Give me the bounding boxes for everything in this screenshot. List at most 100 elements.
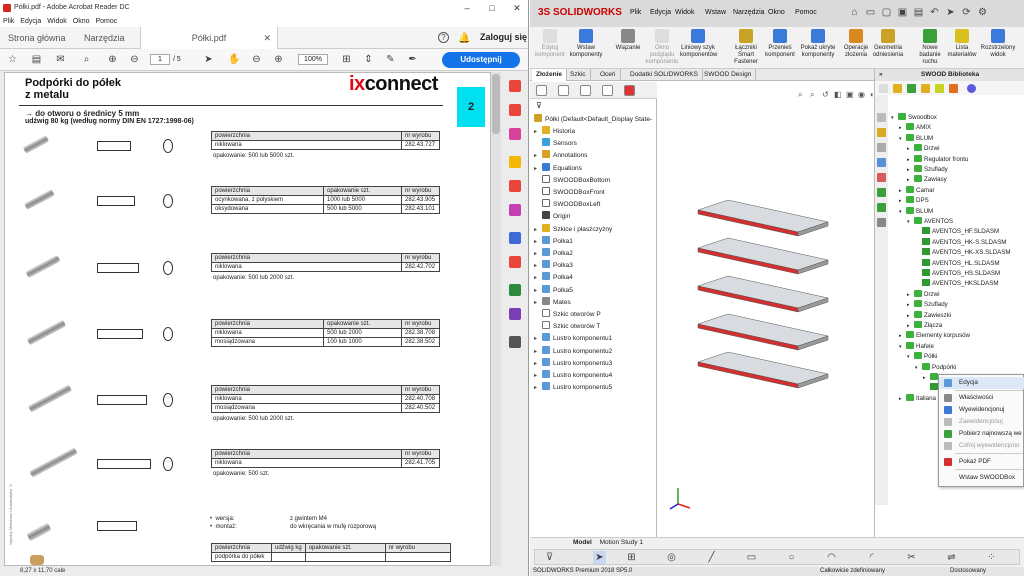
expand-icon[interactable]: ▸ <box>907 155 914 165</box>
tree-item[interactable]: SWOODBoxFront <box>534 187 605 199</box>
expand-icon[interactable]: ▸ <box>899 196 906 206</box>
library-item[interactable]: ▸ Regulator frontu <box>907 154 968 165</box>
expand-icon[interactable]: ▸ <box>907 321 914 331</box>
command-tab[interactable]: Dodatki SOLIDWORKS <box>626 69 703 81</box>
tree-item[interactable]: ▸ Polka4 <box>534 272 573 284</box>
options-icon[interactable]: ⚙ <box>976 6 989 19</box>
zoom-out-icon[interactable]: ⊖ <box>250 53 263 66</box>
sw-menu-item[interactable]: Edycja <box>650 9 671 16</box>
tab-document[interactable]: Półki.pdf ✕ <box>140 27 278 49</box>
cursor-icon[interactable]: ➤ <box>202 53 215 66</box>
circle-icon[interactable]: ○ <box>785 551 798 564</box>
arc-icon[interactable]: ◠ <box>825 551 838 564</box>
command-button[interactable]: Przenieś komponent <box>762 29 798 59</box>
menu-item[interactable]: Okno <box>73 18 90 25</box>
tab-motion-study[interactable]: Motion Study 1 <box>597 539 646 546</box>
tree-item[interactable]: ▸ Polka1 <box>534 235 573 248</box>
feature-tree-tab-icon[interactable] <box>536 85 547 96</box>
library-item[interactable]: AVENTOS_HL.SLDASM <box>915 258 1000 269</box>
context-menu-item[interactable]: Właściwości <box>939 392 1024 404</box>
library-item[interactable]: ▾ AVENTOS <box>907 217 953 227</box>
login-button[interactable]: Zaloguj się <box>480 32 527 42</box>
expand-icon[interactable]: ▸ <box>534 163 542 175</box>
command-button[interactable]: Wstaw komponenty <box>568 29 604 59</box>
expand-icon[interactable]: ▸ <box>907 144 914 154</box>
property-tab-icon[interactable] <box>558 85 569 96</box>
library-item[interactable]: ▾ Półki <box>907 352 937 362</box>
library-item[interactable]: ▾ BLUM <box>899 206 933 217</box>
shelf-part[interactable] <box>697 351 829 389</box>
scroll-thumb[interactable] <box>492 74 500 134</box>
expand-icon[interactable]: ▸ <box>534 150 542 162</box>
context-menu-item[interactable]: Pobierz najnowszą we <box>939 428 1024 440</box>
hand-icon[interactable]: ✋ <box>228 53 241 66</box>
expand-icon[interactable]: ▸ <box>907 165 914 175</box>
command-tab[interactable]: Złożenie <box>532 69 568 81</box>
library-item[interactable]: ▸ Złącza <box>907 321 942 331</box>
command-tab[interactable]: Oceń <box>596 69 621 81</box>
tree-item[interactable]: ▸ Mates <box>534 296 571 309</box>
library-item[interactable]: AVENTOS_HK-XS.SLDASM <box>915 248 1011 258</box>
expand-icon[interactable]: ▸ <box>899 186 906 196</box>
line-icon[interactable]: ╱ <box>705 551 718 564</box>
file-explorer-icon[interactable] <box>877 143 886 152</box>
sw-menu-item[interactable]: Plik <box>630 9 641 16</box>
shelf-part[interactable] <box>697 199 829 237</box>
sw-menu-item[interactable]: Pomoc <box>795 9 817 16</box>
tree-item[interactable]: ▸ Lustro komponentu3 <box>534 357 612 370</box>
tree-item[interactable]: ▸ Lustro komponentu4 <box>534 370 612 382</box>
home-icon[interactable]: ⌂ <box>848 6 861 19</box>
library-item[interactable]: ▸ Szuflady <box>907 300 948 310</box>
library-item[interactable]: ▸ Drzwi <box>907 144 939 154</box>
palette-icon[interactable] <box>967 84 976 93</box>
appearances-icon[interactable] <box>877 173 886 182</box>
tree-item[interactable]: SWOODBoxLeft <box>534 199 600 211</box>
expand-icon[interactable]: ▸ <box>534 297 542 309</box>
command-tab[interactable]: Szkic <box>566 69 591 81</box>
help-icon[interactable]: ? <box>438 32 449 43</box>
add-icon[interactable] <box>935 84 944 93</box>
expand-icon[interactable]: ▸ <box>534 224 542 236</box>
fillet-icon[interactable]: ◜ <box>865 551 878 564</box>
library-item[interactable]: AVENTOS_HK-S.SLDASM <box>915 237 1006 248</box>
library-item[interactable]: ▸ DPS <box>899 196 929 206</box>
expand-icon[interactable]: ▸ <box>534 126 542 138</box>
tree-item[interactable]: ▸ Polka3 <box>534 260 573 272</box>
collapse-icon[interactable]: » <box>879 69 883 81</box>
send-icon[interactable] <box>509 284 521 296</box>
menu-item[interactable]: Plik <box>3 18 14 25</box>
expand-icon[interactable]: ▸ <box>899 123 906 133</box>
expand-icon[interactable]: ▸ <box>534 370 542 382</box>
edit-pdf-icon[interactable] <box>509 128 521 140</box>
save-icon[interactable]: ▣ <box>896 6 909 19</box>
point-icon[interactable]: ◎ <box>665 551 678 564</box>
expand-icon[interactable]: ▸ <box>534 333 542 345</box>
library-item[interactable]: ▸ Camar <box>899 185 935 196</box>
command-button[interactable]: Okno podglądu komponentu <box>644 29 680 66</box>
fit-icon[interactable]: ⊞ <box>340 53 353 66</box>
command-button[interactable]: Liniowy szyk komponentów <box>680 29 717 59</box>
tree-item[interactable]: Origin <box>534 211 570 223</box>
context-menu-item[interactable]: Edycja <box>939 377 1024 389</box>
expand-icon[interactable]: ▸ <box>923 373 930 383</box>
export-pdf-icon[interactable] <box>509 80 521 92</box>
tree-item[interactable]: ▸ Polka2 <box>534 248 573 260</box>
minimize-icon[interactable]: – <box>455 0 479 16</box>
expand-icon[interactable]: ▸ <box>534 236 542 248</box>
comment-tool-icon[interactable] <box>509 156 521 168</box>
expand-icon[interactable]: ▸ <box>534 260 542 272</box>
sign-tool-icon[interactable] <box>509 308 521 320</box>
tree-root[interactable]: Półki (Default<Default_Display State- <box>534 114 652 126</box>
resources-icon[interactable] <box>877 113 886 122</box>
star-icon[interactable]: ☆ <box>6 53 19 66</box>
mail-icon[interactable]: ✉ <box>54 53 67 66</box>
tree-item[interactable]: ▸ Historia <box>534 126 575 138</box>
library-item[interactable]: ▸ Zawieszki <box>907 310 951 321</box>
bell-icon[interactable]: 🔔 <box>458 32 471 45</box>
select-icon[interactable]: ➤ <box>944 6 957 19</box>
context-menu-item[interactable]: Wyewidencjonuj <box>939 404 1024 416</box>
config-tab-icon[interactable] <box>580 85 591 96</box>
expand-icon[interactable]: ▸ <box>534 272 542 284</box>
maximize-icon[interactable]: □ <box>480 0 504 16</box>
search-icon[interactable]: ⌕ <box>80 53 93 66</box>
